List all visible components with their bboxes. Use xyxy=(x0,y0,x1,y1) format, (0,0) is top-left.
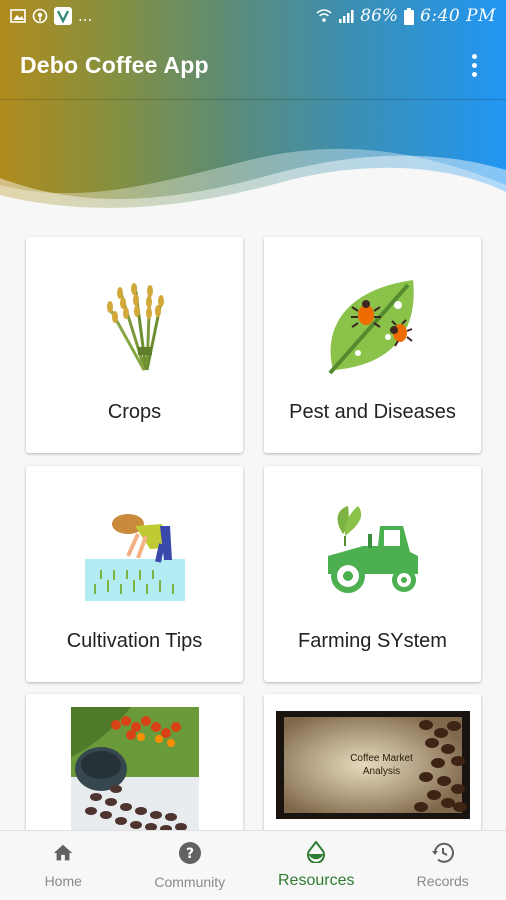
card-farming-system[interactable]: Farming SYstem xyxy=(264,466,481,682)
card-label: Crops xyxy=(107,401,162,423)
v-app-icon xyxy=(54,7,72,25)
nav-label: Home xyxy=(44,873,82,889)
card-pest-and-diseases[interactable]: Pest and Diseases xyxy=(264,237,481,453)
home-icon xyxy=(52,842,74,869)
bottom-navigation: Home ? Community Resources Records xyxy=(0,830,506,900)
wheat-icon xyxy=(26,255,243,395)
app-title: Debo Coffee App xyxy=(20,51,209,78)
more-notifications: ... xyxy=(78,6,93,25)
wifi-icon xyxy=(316,8,332,24)
nav-resources[interactable]: Resources xyxy=(253,831,380,900)
signal-icon xyxy=(338,8,354,24)
card-label: Pest and Diseases xyxy=(289,401,456,423)
clock: 6:40 PM xyxy=(420,6,496,26)
nav-community[interactable]: ? Community xyxy=(127,831,254,900)
card-coffee-market[interactable]: Coffee Market Analysis xyxy=(264,694,481,834)
card-crops[interactable]: Crops xyxy=(26,237,243,453)
coffee-beans-photo xyxy=(26,706,243,834)
photo-caption: Coffee Market Analysis xyxy=(350,753,413,777)
farmer-planting-icon xyxy=(26,484,243,624)
nav-label: Community xyxy=(154,874,226,890)
leaf-bug-icon xyxy=(264,255,481,395)
card-label: Cultivation Tips xyxy=(66,630,203,652)
history-icon xyxy=(431,842,455,869)
nav-records[interactable]: Records xyxy=(380,831,506,900)
app-bar: Debo Coffee App xyxy=(0,32,506,98)
image-icon xyxy=(10,9,26,23)
battery-icon xyxy=(404,7,415,25)
svg-text:?: ? xyxy=(186,846,194,862)
water-drop-icon xyxy=(306,840,326,868)
card-coffee-beans[interactable] xyxy=(26,694,243,834)
status-right: 86% 6:40 PM xyxy=(316,6,496,26)
status-bar: ... 86% 6:40 PM xyxy=(0,0,506,32)
tractor-icon xyxy=(264,484,481,624)
location-icon xyxy=(32,8,48,24)
card-cultivation-tips[interactable]: Cultivation Tips xyxy=(26,466,243,682)
battery-percentage: 86% xyxy=(360,6,399,26)
card-label: Farming SYstem xyxy=(298,630,447,652)
coffee-market-photo: Coffee Market Analysis xyxy=(264,710,481,820)
nav-home[interactable]: Home xyxy=(0,831,127,900)
nav-label: Resources xyxy=(278,872,355,889)
nav-label: Records xyxy=(416,873,469,889)
status-left: ... xyxy=(10,6,92,26)
more-vert-icon[interactable] xyxy=(462,50,486,80)
help-circle-icon: ? xyxy=(178,841,202,870)
